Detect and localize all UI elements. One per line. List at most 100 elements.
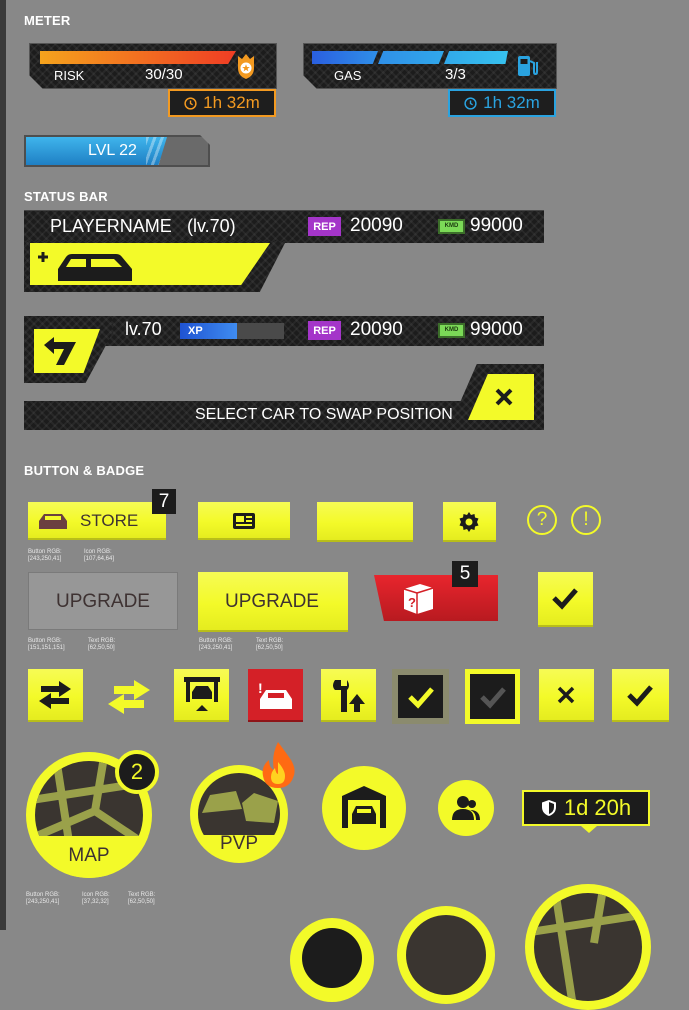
gas-value: 3/3	[445, 66, 466, 83]
accept-button[interactable]	[612, 669, 669, 722]
shield-icon	[541, 800, 556, 816]
risk-timer-text: 1h 32m	[203, 93, 260, 112]
note-circle-icon-rgb: Icon RGB: [37,32,32]	[82, 892, 110, 905]
clock-icon	[464, 96, 477, 110]
circle-button-partial-1[interactable]	[290, 918, 374, 1002]
swap-arrows-plain[interactable]	[104, 672, 152, 720]
circle-button-partial-2[interactable]	[397, 906, 495, 1004]
add-car-button[interactable]	[30, 243, 270, 285]
mystery-box-icon: ?	[403, 584, 434, 614]
gas-meter-segment-1	[312, 51, 378, 64]
pvp-label: PVP	[219, 833, 259, 854]
svg-text:!: !	[258, 680, 263, 696]
risk-label: RISK	[54, 68, 85, 83]
note-circle-text-rgb: Text RGB: [62,50,50]	[128, 892, 156, 905]
gas-meter-segment-2	[378, 51, 444, 64]
rep-badge: REP	[308, 321, 341, 340]
level-bar: LVL 22	[24, 135, 210, 167]
status-bar-player: PLAYERNAME (lv.70) REP 20090 KMD 99000	[24, 210, 544, 243]
cash-icon: KMD	[438, 323, 465, 338]
note-store-icon-rgb: Icon RGB: [107,64,64]	[84, 549, 115, 562]
back-button[interactable]	[34, 329, 100, 373]
settings-button[interactable]	[443, 502, 496, 542]
upgrade-button-disabled[interactable]: UPGRADE	[28, 572, 178, 630]
close-icon	[495, 388, 513, 406]
xp-badge: XP	[188, 325, 203, 337]
blank-button[interactable]	[317, 502, 413, 542]
close-button-panel	[448, 364, 544, 430]
section-title-button-badge: BUTTON & BADGE	[24, 463, 145, 478]
garage-circle-button[interactable]	[322, 766, 406, 850]
checkmark-icon	[408, 687, 434, 709]
status-car-panel	[24, 241, 286, 292]
gas-timer-text: 1h 32m	[483, 93, 540, 112]
player-level: (lv.70)	[187, 216, 236, 236]
back-button-panel	[24, 316, 112, 383]
risk-timer: 1h 32m	[168, 89, 276, 117]
rep-badge: REP	[308, 217, 341, 236]
garage-out-button[interactable]	[174, 669, 229, 722]
garage-icon	[342, 786, 386, 828]
rep-value: 20090	[350, 319, 403, 340]
shield-timer-text: 1d 20h	[563, 795, 632, 820]
player-name: PLAYERNAME	[50, 216, 172, 236]
gas-meter-segment-3	[444, 51, 508, 64]
checkmark-icon	[480, 687, 506, 709]
users-icon	[452, 796, 480, 820]
checkbox-checked[interactable]	[392, 669, 449, 724]
left-edge	[0, 0, 6, 930]
wrench-upgrade-icon	[333, 680, 365, 712]
gas-timer: 1h 32m	[448, 89, 556, 117]
store-button[interactable]: STORE	[28, 502, 166, 540]
gas-label: GAS	[334, 68, 362, 83]
upgrade-disabled-label: UPGRADE	[56, 591, 150, 612]
store-count-badge: 7	[152, 489, 176, 514]
map-label: MAP	[68, 845, 110, 866]
garage-icon	[184, 677, 220, 711]
close-swap-button[interactable]	[468, 374, 534, 420]
confirm-button[interactable]	[538, 572, 593, 627]
close-icon	[557, 686, 575, 704]
upgrade-button[interactable]: UPGRADE	[198, 572, 348, 632]
map-icon	[534, 893, 642, 1001]
risk-value: 30/30	[145, 66, 183, 83]
risk-meter-fill	[40, 51, 236, 64]
news-button[interactable]	[198, 502, 290, 540]
svg-text:?: ?	[408, 595, 416, 610]
cash-icon: KMD	[438, 219, 465, 234]
map-count-badge: 2	[115, 750, 159, 794]
swap-arrows-icon	[108, 680, 150, 714]
note-circle-button-rgb: Button RGB: [243,250,41]	[26, 892, 60, 905]
clock-icon	[184, 96, 197, 110]
fire-icon	[262, 742, 295, 788]
note-upgrade1-text-rgb: Text RGB: [62,50,50]	[88, 638, 116, 651]
car-alert-button[interactable]: !	[248, 669, 303, 722]
section-title-meter: METER	[24, 13, 71, 28]
swap-instruction: SELECT CAR TO SWAP POSITION	[195, 406, 453, 423]
help-icon[interactable]: ?	[527, 505, 557, 535]
box-count-badge: 5	[452, 561, 478, 587]
checkmark-icon	[627, 685, 653, 707]
checkbox-disabled[interactable]	[465, 669, 520, 724]
map-button-partial[interactable]	[525, 884, 651, 1010]
friends-button[interactable]	[438, 780, 494, 836]
store-label: STORE	[80, 511, 139, 530]
note-upgrade1-button-rgb: Button RGB: [151,151,151]	[28, 638, 65, 651]
swap-button[interactable]	[28, 669, 83, 722]
upgrade-tool-button[interactable]	[321, 669, 376, 722]
mystery-box-button[interactable]: ?	[374, 575, 498, 621]
gas-meter: GAS 3/3	[303, 43, 557, 89]
swap-arrows-icon	[39, 681, 71, 709]
gear-icon	[459, 512, 479, 532]
car-alert-icon: !	[258, 680, 292, 709]
alert-icon[interactable]: !	[571, 505, 601, 535]
car-icon	[39, 514, 67, 529]
cash-value: 99000	[470, 319, 523, 340]
shield-timer: 1d 20h	[522, 790, 650, 826]
checkmark-icon	[552, 588, 578, 610]
risk-meter: RISK 30/30	[29, 43, 277, 89]
cancel-button[interactable]	[539, 669, 594, 722]
cash-value: 99000	[470, 215, 523, 236]
newspaper-icon	[233, 513, 255, 529]
xp-bar: XP	[180, 323, 284, 339]
